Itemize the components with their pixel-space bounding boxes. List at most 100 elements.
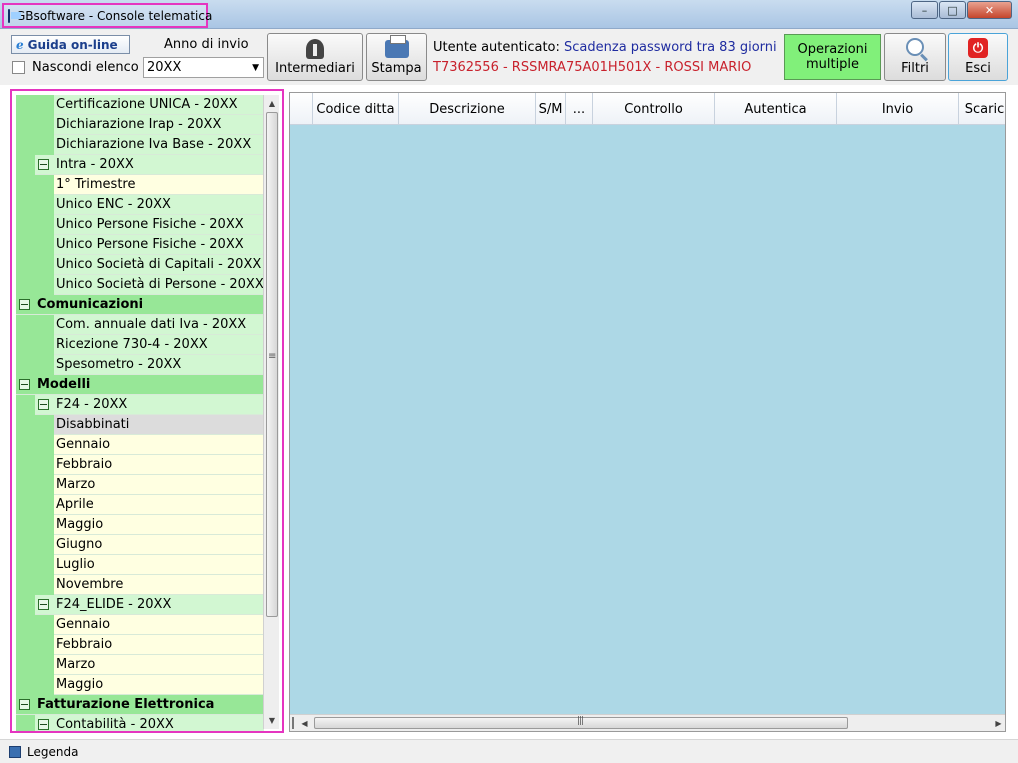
user-identity: T7362556 - RSSMRA75A01H501X - ROSSI MARI… <box>433 60 752 75</box>
column-header-more[interactable]: ... <box>566 93 593 125</box>
tree-indent <box>16 514 54 535</box>
column-header-descrizione[interactable]: Descrizione <box>399 93 536 125</box>
scroll-up-arrow-icon[interactable]: ▲ <box>264 95 280 112</box>
column-header-sm[interactable]: S/M <box>536 93 566 125</box>
scroll-left-arrow-icon[interactable]: ◀ <box>296 715 313 731</box>
status-bar: Legenda <box>0 739 1018 763</box>
tree-item[interactable]: Febbraio <box>16 634 264 655</box>
tree-item[interactable]: Dichiarazione Iva Base - 20XX <box>16 134 264 155</box>
tree-category[interactable]: Modelli <box>16 375 264 395</box>
tree-item[interactable]: Luglio <box>16 554 264 575</box>
tree-vertical-scrollbar[interactable]: ▲ ▼ <box>263 95 279 729</box>
legenda-label[interactable]: Legenda <box>27 745 78 759</box>
esci-label: Esci <box>965 61 991 76</box>
nascondi-elenco-checkbox[interactable]: Nascondi elenco <box>12 60 139 75</box>
grid-horizontal-scrollbar[interactable]: ◀ ▶ <box>290 714 1005 731</box>
collapse-icon[interactable] <box>19 299 30 310</box>
window-title-area: GBsoftware - Console telematica <box>2 3 212 28</box>
tree-item[interactable]: Gennaio <box>16 614 264 635</box>
tree-item-label: Gennaio <box>56 617 111 632</box>
tree-item[interactable]: Ricezione 730-4 - 20XX <box>16 334 264 355</box>
intermediari-button[interactable]: Intermediari <box>267 33 363 81</box>
collapse-icon[interactable] <box>38 599 49 610</box>
tree-item[interactable]: Gennaio <box>16 434 264 455</box>
tree-item-label: Marzo <box>56 657 96 672</box>
chevron-down-icon: ▼ <box>252 63 259 73</box>
minimize-button[interactable]: – <box>911 1 938 19</box>
tree-item[interactable]: Disabbinati <box>16 414 264 435</box>
tree-indent <box>16 274 54 295</box>
tree-indent <box>16 594 35 615</box>
tree-item[interactable]: 1° Trimestre <box>16 174 264 195</box>
guida-online-button[interactable]: e Guida on-line <box>11 35 130 54</box>
horizontal-scroll-thumb[interactable] <box>314 716 848 729</box>
tree-item-label: Unico ENC - 20XX <box>56 197 171 212</box>
power-icon: ⏻ <box>968 38 988 58</box>
tree-item[interactable]: Maggio <box>16 674 264 695</box>
checkbox-box[interactable] <box>12 61 25 74</box>
nascondi-elenco-label: Nascondi elenco <box>32 60 139 75</box>
tree-item[interactable]: Febbraio <box>16 454 264 475</box>
column-header-sel[interactable] <box>290 93 313 125</box>
scroll-thumb[interactable] <box>266 112 278 617</box>
tree-item[interactable]: Com. annuale dati Iva - 20XX <box>16 314 264 335</box>
tree-item[interactable]: Unico Persone Fisiche - 20XX <box>16 234 264 255</box>
tree-item[interactable]: Spesometro - 20XX <box>16 354 264 375</box>
tree-item-label: Certificazione UNICA - 20XX <box>56 97 238 112</box>
scroll-down-arrow-icon[interactable]: ▼ <box>264 712 280 729</box>
magnifier-icon <box>906 38 924 56</box>
collapse-icon[interactable] <box>19 699 30 710</box>
tree-item[interactable]: Marzo <box>16 654 264 675</box>
tree-item[interactable]: Unico ENC - 20XX <box>16 194 264 215</box>
filtri-button[interactable]: Filtri <box>884 33 946 81</box>
collapse-icon[interactable] <box>38 159 49 170</box>
title-bar: GBsoftware - Console telematica – □ ✕ <box>0 0 1018 29</box>
tree-indent <box>16 354 54 375</box>
tree-item-label: Dichiarazione Irap - 20XX <box>56 117 222 132</box>
tree-item-label: Contabilità - 20XX <box>56 717 174 732</box>
column-header-codice[interactable]: Codice ditta <box>313 93 399 125</box>
tree-category[interactable]: Comunicazioni <box>16 295 264 315</box>
tree-item-label: Dichiarazione Iva Base - 20XX <box>56 137 252 152</box>
tree-item[interactable]: Unico Società di Persone - 20XX <box>16 274 264 295</box>
collapse-icon[interactable] <box>38 399 49 410</box>
tree-item[interactable]: Unico Società di Capitali - 20XX <box>16 254 264 275</box>
tree-item[interactable]: F24 - 20XX <box>16 394 264 415</box>
stampa-button[interactable]: Stampa <box>366 33 427 81</box>
tree-indent <box>16 454 54 475</box>
tree-indent <box>16 434 54 455</box>
tree-item[interactable]: Intra - 20XX <box>16 154 264 175</box>
tree-item[interactable]: Giugno <box>16 534 264 555</box>
tree-item-label: F24_ELIDE - 20XX <box>56 597 172 612</box>
tree-item[interactable]: Aprile <box>16 494 264 515</box>
filtri-label: Filtri <box>901 61 929 76</box>
close-button[interactable]: ✕ <box>967 1 1012 19</box>
tree-indent <box>16 394 35 415</box>
anno-invio-select[interactable]: 20XX ▼ <box>143 57 264 78</box>
tree-item[interactable]: Marzo <box>16 474 264 495</box>
tree-indent <box>16 194 54 215</box>
tree-indent <box>16 414 54 435</box>
column-header-scarico[interactable]: Scarico <box>959 93 1005 125</box>
user-auth-prefix: Utente autenticato: <box>433 40 560 55</box>
column-header-autentica[interactable]: Autentica <box>715 93 837 125</box>
tree-item[interactable]: F24_ELIDE - 20XX <box>16 594 264 615</box>
tree-item-label: Giugno <box>56 537 103 552</box>
tree-item[interactable]: Maggio <box>16 514 264 535</box>
collapse-icon[interactable] <box>19 379 30 390</box>
tree-category[interactable]: Fatturazione Elettronica <box>16 695 264 715</box>
tree-list: Certificazione UNICA - 20XX Dichiarazione… <box>16 94 264 732</box>
tree-item[interactable]: Novembre <box>16 574 264 595</box>
collapse-icon[interactable] <box>38 719 49 730</box>
column-header-invio[interactable]: Invio <box>837 93 959 125</box>
tree-indent <box>16 214 54 235</box>
scroll-right-arrow-icon[interactable]: ▶ <box>990 715 1005 731</box>
operazioni-multiple-button[interactable]: Operazioni multiple <box>784 34 881 80</box>
tree-item[interactable]: Unico Persone Fisiche - 20XX <box>16 214 264 235</box>
esci-button[interactable]: ⏻ Esci <box>948 33 1008 81</box>
tree-item[interactable]: Dichiarazione Irap - 20XX <box>16 114 264 135</box>
maximize-button[interactable]: □ <box>939 1 966 19</box>
column-header-controllo[interactable]: Controllo <box>593 93 715 125</box>
tree-item[interactable]: Certificazione UNICA - 20XX <box>16 94 264 115</box>
tree-item[interactable]: Contabilità - 20XX <box>16 714 264 732</box>
